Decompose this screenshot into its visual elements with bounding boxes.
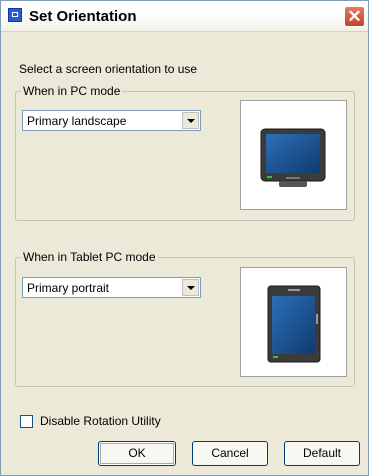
disable-rotation-label[interactable]: Disable Rotation Utility <box>40 414 161 428</box>
cancel-button[interactable]: Cancel <box>192 441 268 466</box>
pc-mode-selected-value: Primary landscape <box>27 114 127 128</box>
tablet-portrait-icon <box>267 285 321 363</box>
ok-button[interactable]: OK <box>98 441 176 466</box>
set-orientation-dialog: Set Orientation ✕ Select a screen orient… <box>0 0 369 476</box>
pc-mode-orientation-select[interactable]: Primary landscape <box>22 110 201 131</box>
tablet-mode-selected-value: Primary portrait <box>27 281 110 295</box>
pc-mode-legend: When in PC mode <box>21 84 123 98</box>
chevron-down-icon[interactable] <box>182 112 199 129</box>
tablet-mode-orientation-select[interactable]: Primary portrait <box>22 277 201 298</box>
close-button[interactable]: ✕ <box>344 6 365 27</box>
pc-mode-preview <box>240 100 347 210</box>
tablet-mode-legend: When in Tablet PC mode <box>21 250 158 264</box>
window-title: Set Orientation <box>29 8 137 25</box>
instruction-text: Select a screen orientation to use <box>19 62 198 76</box>
disable-rotation-checkbox[interactable] <box>20 415 33 428</box>
chevron-down-icon[interactable] <box>182 279 199 296</box>
tablet-mode-preview <box>240 267 347 377</box>
title-bar[interactable]: Set Orientation ✕ <box>1 1 368 32</box>
default-button[interactable]: Default <box>284 441 360 466</box>
app-icon <box>8 8 22 22</box>
tablet-landscape-icon <box>260 128 326 187</box>
